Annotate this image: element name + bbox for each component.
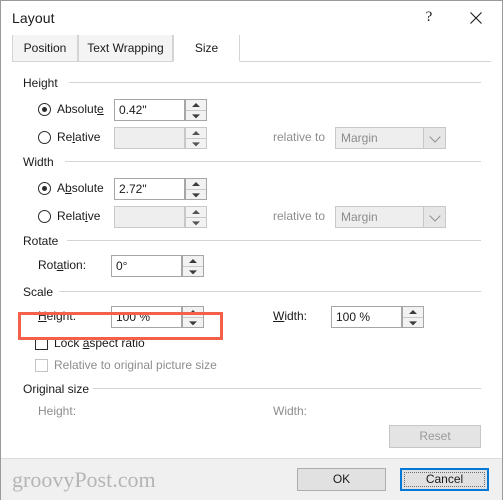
chevron-down-icon: [423, 128, 445, 148]
scale-group-title: Scale: [23, 285, 54, 299]
width-group-rule: [65, 161, 481, 162]
height-group-title: Height: [23, 76, 58, 90]
width-absolute-spinner[interactable]: 2.72": [114, 178, 207, 200]
spin-up-icon[interactable]: [183, 256, 203, 266]
spin-down-icon: [186, 217, 206, 228]
height-absolute-radio[interactable]: [38, 103, 51, 116]
width-relative-to-label: relative to: [273, 209, 326, 223]
spin-up-icon: [186, 128, 206, 138]
height-absolute-spinner[interactable]: 0.42": [114, 99, 207, 121]
size-tab-panel: Height Absolute 0.42" Relative relative …: [1, 62, 502, 458]
scale-height-label: Height:: [38, 309, 77, 323]
chevron-down-icon: [423, 207, 445, 227]
scale-width-input[interactable]: 100 %: [331, 306, 402, 328]
rotate-group-title: Rotate: [23, 234, 59, 248]
spin-down-icon[interactable]: [186, 110, 206, 121]
width-relative-to-dropdown: Margin: [335, 206, 446, 228]
help-button[interactable]: ?: [409, 1, 449, 34]
height-relative-to-dropdown: Margin: [335, 127, 446, 149]
lock-aspect-ratio-checkbox[interactable]: [35, 337, 48, 350]
relative-original-size-checkbox: [35, 359, 48, 372]
height-absolute-spin-buttons[interactable]: [185, 99, 207, 121]
tab-position[interactable]: Position: [12, 35, 78, 62]
height-group-rule: [69, 82, 481, 83]
width-relative-label: Relative: [57, 209, 101, 223]
height-relative-spin-buttons: [185, 127, 207, 149]
height-relative-to-label: relative to: [273, 130, 326, 144]
original-size-group-title: Original size: [23, 382, 90, 396]
height-relative-label: Relative: [57, 130, 101, 144]
height-absolute-label: Absolute: [57, 102, 104, 116]
focus-ring: [404, 472, 485, 487]
title-bar: Layout ?: [1, 1, 502, 35]
rotation-spinner[interactable]: 0°: [111, 255, 204, 277]
page-title: Layout: [12, 10, 55, 26]
close-icon: [470, 11, 482, 24]
reset-button: Reset: [389, 425, 481, 448]
scale-width-spinner[interactable]: 100 %: [331, 306, 424, 328]
width-absolute-label: Absolute: [57, 181, 104, 195]
spin-down-icon[interactable]: [183, 266, 203, 277]
layout-dialog: Layout ? Position Text Wrapping Size Hei…: [0, 0, 503, 500]
original-width-label: Width:: [273, 404, 308, 418]
original-height-label: Height:: [38, 404, 77, 418]
spin-up-icon[interactable]: [183, 307, 203, 317]
rotation-spin-buttons[interactable]: [182, 255, 204, 277]
width-relative-to-value: Margin: [341, 210, 378, 224]
width-group-title: Width: [23, 155, 54, 169]
width-absolute-input[interactable]: 2.72": [114, 178, 185, 200]
rotation-label: Rotation:: [38, 258, 87, 272]
height-relative-input: [114, 127, 185, 149]
question-mark-icon: ?: [425, 9, 433, 25]
spin-down-icon: [186, 138, 206, 149]
width-relative-input: [114, 206, 185, 228]
width-absolute-spin-buttons[interactable]: [185, 178, 207, 200]
width-relative-spinner: [114, 206, 207, 228]
lock-aspect-ratio-label: Lock aspect ratio: [54, 336, 145, 350]
scale-height-spin-buttons[interactable]: [182, 306, 204, 328]
height-relative-radio[interactable]: [38, 131, 51, 144]
relative-original-size-label: Relative to original picture size: [54, 358, 217, 372]
width-relative-radio[interactable]: [38, 210, 51, 223]
dialog-footer: groovyPost.com OK Cancel: [1, 458, 502, 500]
height-relative-to-value: Margin: [341, 131, 378, 145]
tab-text-wrapping[interactable]: Text Wrapping: [78, 35, 173, 62]
close-button[interactable]: [456, 1, 496, 34]
height-relative-spinner: [114, 127, 207, 149]
width-relative-spin-buttons: [185, 206, 207, 228]
scale-width-label: Width:: [273, 309, 308, 323]
ok-button[interactable]: OK: [297, 468, 386, 491]
spin-up-icon: [186, 207, 206, 217]
spin-down-icon[interactable]: [186, 189, 206, 200]
rotate-group-rule: [67, 240, 481, 241]
original-size-group-rule: [93, 388, 481, 389]
rotation-input[interactable]: 0°: [111, 255, 182, 277]
spin-up-icon[interactable]: [186, 100, 206, 110]
spin-down-icon[interactable]: [183, 317, 203, 328]
spin-down-icon[interactable]: [403, 317, 423, 328]
scale-height-spinner[interactable]: 100 %: [111, 306, 204, 328]
scale-height-input[interactable]: 100 %: [111, 306, 182, 328]
width-absolute-radio[interactable]: [38, 182, 51, 195]
watermark: groovyPost.com: [12, 467, 156, 492]
spin-up-icon[interactable]: [186, 179, 206, 189]
cancel-button[interactable]: Cancel: [400, 468, 489, 491]
spin-up-icon[interactable]: [403, 307, 423, 317]
tab-size[interactable]: Size: [173, 35, 240, 62]
scale-width-spin-buttons[interactable]: [402, 306, 424, 328]
height-absolute-input[interactable]: 0.42": [114, 99, 185, 121]
tab-strip: Position Text Wrapping Size: [1, 35, 502, 62]
scale-group-rule: [59, 291, 481, 292]
